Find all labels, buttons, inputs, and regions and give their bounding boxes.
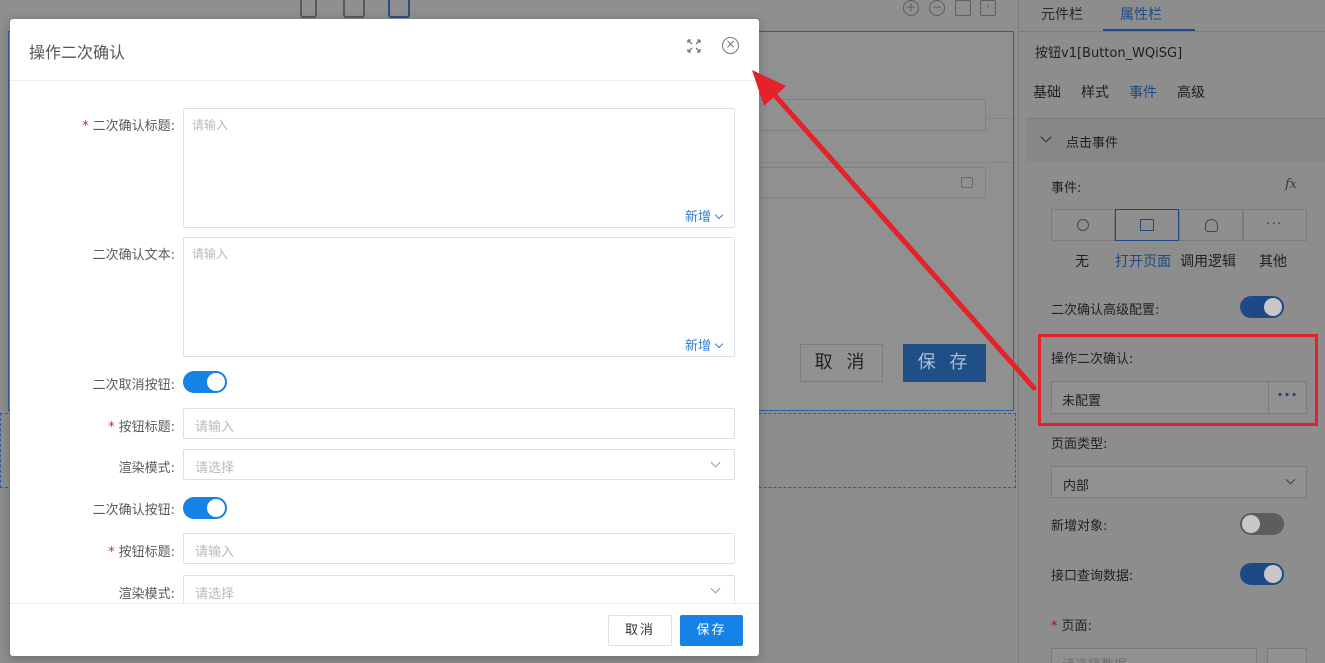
new-object-toggle[interactable] — [1240, 513, 1284, 535]
page-select[interactable]: 请选择数据 — [1051, 648, 1257, 663]
confirm-button-title-label: * 按钮标题: — [108, 545, 175, 560]
placeholder: 请输入 — [195, 420, 235, 435]
close-icon[interactable]: × — [722, 37, 739, 54]
mobile-device-icon[interactable] — [300, 0, 317, 18]
api-query-toggle[interactable] — [1240, 563, 1284, 585]
cancel-button-title-label: * 按钮标题: — [108, 420, 175, 435]
modal-header: 操作二次确认 × — [10, 19, 759, 81]
event-option-other-label: 其他 — [1259, 254, 1287, 270]
desktop-device-icon[interactable] — [388, 0, 410, 18]
confirm-title-add-button[interactable]: 新增 — [685, 206, 724, 225]
placeholder: 请输入 — [192, 247, 229, 261]
tab-components[interactable]: 元件栏 — [1041, 4, 1083, 24]
chevron-down-icon — [710, 583, 721, 594]
confirm-render-mode-label: 渲染模式: — [118, 587, 175, 602]
modal-save-button[interactable]: 保存 — [680, 615, 743, 646]
canvas-input — [749, 99, 986, 131]
canvas-cancel-button: 取 消 — [800, 344, 883, 382]
fullscreen-icon[interactable] — [686, 38, 702, 54]
page-type-select[interactable]: 内部 — [1051, 466, 1307, 498]
placeholder: 请选择 — [195, 587, 235, 602]
event-option-other[interactable]: ··· — [1243, 209, 1307, 241]
tablet-device-icon[interactable] — [343, 0, 365, 18]
formula-icon[interactable]: fx — [1285, 177, 1297, 192]
event-option-call-logic[interactable] — [1179, 209, 1243, 241]
subtab-events[interactable]: 事件 — [1129, 82, 1157, 102]
api-query-label: 接口查询数据: — [1051, 569, 1134, 584]
logic-icon — [1205, 219, 1218, 232]
placeholder: 请输入 — [192, 118, 229, 132]
page-label: * 页面: — [1051, 619, 1092, 634]
tab-properties[interactable]: 属性栏 — [1120, 4, 1162, 24]
event-option-none[interactable] — [1051, 209, 1115, 241]
layout-icon[interactable] — [955, 0, 971, 16]
confirm-button-toggle-label: 二次确认按钮: — [92, 503, 175, 518]
cancel-button-title-input[interactable]: 请输入 — [183, 408, 735, 439]
event-option-open-page[interactable] — [1115, 209, 1179, 241]
event-label: 事件: — [1051, 181, 1082, 196]
active-tab-indicator — [1103, 29, 1195, 31]
page-placeholder: 请选择数据 — [1062, 654, 1127, 663]
confirm-button-title-input[interactable]: 请输入 — [183, 533, 735, 564]
zoom-in-icon[interactable]: + — [903, 0, 919, 16]
zoom-out-icon[interactable]: − — [929, 0, 945, 16]
calendar-icon — [961, 177, 973, 188]
confirm-text-label: 二次确认文本: — [92, 248, 175, 263]
cancel-render-mode-select[interactable]: 请选择 — [183, 449, 735, 480]
event-option-call-logic-label: 调用逻辑 — [1180, 254, 1236, 270]
cancel-render-mode-label: 渲染模式: — [118, 461, 175, 476]
click-event-section-header[interactable]: 点击事件 — [1026, 118, 1325, 162]
confirm-title-textarea[interactable]: 请输入 新增 — [183, 108, 735, 228]
modal-body: * 二次确认标题: 请输入 新增 二次确认文本: 请输入 新增 二次取消按钮: *… — [10, 81, 759, 603]
window-icon — [1140, 219, 1154, 231]
chevron-down-icon — [714, 210, 724, 220]
cancel-button-toggle[interactable] — [183, 371, 227, 393]
page-link-button[interactable] — [1267, 648, 1307, 663]
canvas-save-button: 保 存 — [903, 344, 986, 382]
component-title: 按钮v1[Button_WQiSG] — [1035, 46, 1183, 61]
new-object-label: 新增对象: — [1051, 519, 1108, 534]
modal-cancel-button[interactable]: 取消 — [608, 615, 672, 646]
terminal-icon[interactable]: › — [980, 0, 996, 16]
canvas-date-input — [749, 167, 986, 198]
confirm-text-add-button[interactable]: 新增 — [685, 335, 724, 354]
advanced-confirm-label: 二次确认高级配置: — [1051, 303, 1160, 318]
forbidden-icon — [1077, 219, 1089, 231]
placeholder: 请输入 — [195, 545, 235, 560]
page-type-value: 内部 — [1063, 479, 1090, 494]
more-icon: ··· — [1266, 216, 1283, 232]
confirm-title-label: * 二次确认标题: — [82, 119, 175, 134]
modal-title: 操作二次确认 — [29, 43, 126, 62]
chevron-down-icon — [1285, 474, 1296, 485]
annotation-highlight-box — [1038, 334, 1318, 426]
advanced-confirm-toggle[interactable] — [1240, 296, 1284, 318]
modal-footer: 取消 保存 — [10, 603, 759, 656]
event-option-open-page-label: 打开页面 — [1115, 254, 1171, 270]
page-type-label: 页面类型: — [1051, 437, 1108, 452]
chevron-down-icon — [1040, 131, 1052, 143]
property-panel — [1018, 0, 1325, 663]
chevron-down-icon — [714, 339, 724, 349]
placeholder: 请选择 — [195, 461, 235, 476]
operation-confirm-modal: 操作二次确认 × * 二次确认标题: 请输入 新增 二次确认文本: 请输入 新增 … — [10, 19, 759, 656]
event-option-none-label: 无 — [1075, 254, 1089, 270]
confirm-button-toggle[interactable] — [183, 497, 227, 519]
subtab-basic[interactable]: 基础 — [1033, 82, 1061, 102]
section-title: 点击事件 — [1066, 136, 1119, 151]
chevron-down-icon — [710, 457, 721, 468]
subtab-style[interactable]: 样式 — [1081, 82, 1109, 102]
cancel-button-toggle-label: 二次取消按钮: — [92, 378, 175, 393]
confirm-render-mode-select[interactable]: 请选择 — [183, 575, 735, 603]
subtab-advanced[interactable]: 高级 — [1177, 82, 1205, 102]
confirm-text-textarea[interactable]: 请输入 新增 — [183, 237, 735, 357]
